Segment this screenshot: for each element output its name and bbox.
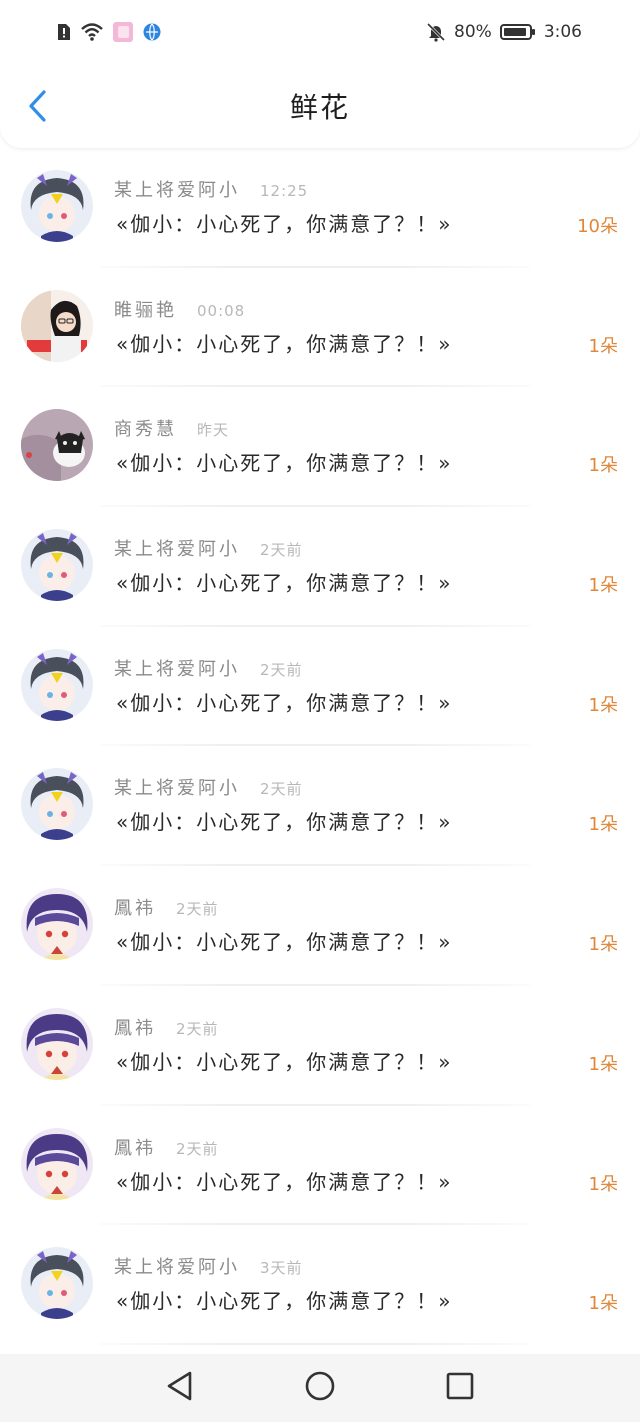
alert-icon	[56, 23, 72, 41]
anime-girl-avatar[interactable]	[21, 170, 93, 242]
flower-count: 1朵	[588, 694, 618, 716]
user-name[interactable]: 某上将爱阿小	[114, 655, 240, 681]
name-line: 某上将爱阿小 2天前	[114, 535, 303, 561]
user-name[interactable]: 鳳祎	[114, 1134, 156, 1160]
name-line: 睢骊艳 00:08	[114, 296, 245, 322]
time-text: 2天前	[176, 1139, 219, 1158]
name-line: 商秀慧 昨天	[114, 415, 229, 441]
anime-girl-avatar[interactable]	[21, 648, 93, 721]
list-item[interactable]: 鳳祎 2天前 «伽小：小心死了，你满意了？！» 1朵	[0, 866, 640, 986]
user-name[interactable]: 睢骊艳	[114, 296, 177, 322]
list-item[interactable]: 鳳祎 2天前 «伽小：小心死了，你满意了？！» 1朵	[0, 985, 640, 1106]
message-text: «伽小：小心死了，你满意了？！»	[116, 331, 453, 356]
nav-home-icon	[304, 1370, 336, 1406]
bell-muted-icon	[426, 22, 446, 42]
app-icon	[112, 21, 134, 43]
flower-count: 1朵	[588, 814, 618, 836]
message-text: «伽小：小心死了，你满意了？！»	[116, 212, 453, 236]
photo-avatar[interactable]	[21, 289, 93, 362]
anime-girl-avatar[interactable]	[21, 1247, 93, 1320]
name-line: 某上将爱阿小 12:25	[114, 176, 308, 202]
list-item[interactable]: 鳳祎 2天前 «伽小：小心死了，你满意了？！» 1朵	[0, 1105, 640, 1226]
status-right: 80% 3:06	[426, 22, 582, 42]
page-title: 鲜花	[289, 91, 350, 124]
battery-icon	[499, 23, 536, 41]
flower-count: 10朵	[577, 216, 618, 237]
anime-girl-avatar[interactable]	[21, 529, 93, 602]
list-item[interactable]: 某上将爱阿小 12:25 «伽小：小心死了，你满意了？！» 10朵	[0, 148, 640, 268]
chevron-left-icon	[26, 89, 48, 127]
flower-count: 1朵	[588, 1053, 618, 1075]
clock: 3:06	[543, 22, 582, 42]
name-line: 某上将爱阿小 2天前	[114, 774, 303, 800]
list-item[interactable]: 某上将爱阿小 2天前 «伽小：小心死了，你满意了？！» 1朵	[0, 507, 640, 627]
flower-count: 1朵	[588, 1293, 618, 1315]
time-text: 2天前	[176, 1019, 219, 1038]
message-text: «伽小：小心死了，你满意了？！»	[116, 810, 453, 835]
nav-recents-button[interactable]	[440, 1368, 480, 1408]
battery-percent: 80%	[454, 22, 492, 42]
user-name[interactable]: 某上将爱阿小	[114, 176, 240, 202]
flower-count: 1朵	[588, 1173, 618, 1195]
time-text: 2天前	[176, 900, 219, 919]
nav-home-button[interactable]	[300, 1368, 340, 1408]
list-item[interactable]: 某上将爱阿小 2天前 «伽小：小心死了，你满意了？！» 1朵	[0, 746, 640, 867]
user-name[interactable]: 某上将爱阿小	[114, 1253, 240, 1279]
anime-boy-avatar[interactable]	[21, 1007, 93, 1080]
time-text: 2天前	[260, 541, 303, 560]
flower-list: 某上将爱阿小 12:25 «伽小：小心死了，你满意了？！» 10朵 睢骊艳 00…	[0, 148, 640, 1345]
name-line: 某上将爱阿小 3天前	[114, 1253, 303, 1279]
status-bar: 80% 3:06	[0, 0, 640, 64]
navigation-bar	[0, 1354, 640, 1422]
list-item[interactable]: 睢骊艳 00:08 «伽小：小心死了，你满意了？！» 1朵	[0, 267, 640, 388]
status-left	[56, 21, 162, 43]
nav-back-icon	[165, 1370, 195, 1406]
name-line: 鳳祎 2天前	[114, 1134, 219, 1160]
user-name[interactable]: 鳳祎	[114, 1014, 156, 1040]
name-line: 鳳祎 2天前	[114, 1014, 219, 1040]
time-text: 昨天	[197, 421, 230, 440]
back-button[interactable]	[20, 88, 54, 128]
message-text: «伽小：小心死了，你满意了？！»	[116, 690, 453, 715]
anime-boy-avatar[interactable]	[21, 888, 93, 961]
message-text: «伽小：小心死了，你满意了？！»	[116, 1169, 453, 1194]
flower-count: 1朵	[588, 575, 618, 597]
nav-back-button[interactable]	[160, 1368, 200, 1408]
user-name[interactable]: 某上将爱阿小	[114, 535, 240, 561]
name-line: 鳳祎 2天前	[114, 894, 219, 920]
flower-count: 1朵	[588, 455, 618, 477]
user-name[interactable]: 某上将爱阿小	[114, 774, 240, 800]
cat-avatar[interactable]	[21, 409, 93, 482]
time-text: 2天前	[260, 780, 303, 799]
time-text: 2天前	[260, 660, 303, 679]
flower-count: 1朵	[588, 934, 618, 956]
flower-count: 1朵	[588, 335, 618, 357]
time-text: 12:25	[260, 182, 309, 200]
message-text: «伽小：小心死了，你满意了？！»	[116, 1289, 453, 1314]
time-text: 00:08	[197, 301, 246, 320]
message-text: «伽小：小心死了，你满意了？！»	[116, 451, 453, 476]
anime-boy-avatar[interactable]	[21, 1127, 93, 1200]
wifi-icon	[80, 22, 104, 42]
header: 鲜花	[0, 64, 640, 148]
list-item[interactable]: 某上将爱阿小 2天前 «伽小：小心死了，你满意了？！» 1朵	[0, 626, 640, 747]
anime-girl-avatar[interactable]	[21, 768, 93, 841]
nav-recents-icon	[445, 1371, 475, 1405]
name-line: 某上将爱阿小 2天前	[114, 655, 303, 681]
list-item[interactable]: 某上将爱阿小 3天前 «伽小：小心死了，你满意了？！» 1朵	[0, 1225, 640, 1345]
message-text: «伽小：小心死了，你满意了？！»	[116, 1049, 453, 1074]
user-name[interactable]: 鳳祎	[114, 894, 156, 920]
time-text: 3天前	[260, 1259, 303, 1278]
message-text: «伽小：小心死了，你满意了？！»	[116, 930, 453, 955]
browser-icon	[142, 22, 162, 42]
list-item[interactable]: 商秀慧 昨天 «伽小：小心死了，你满意了？！» 1朵	[0, 387, 640, 508]
message-text: «伽小：小心死了，你满意了？！»	[116, 571, 453, 596]
user-name[interactable]: 商秀慧	[114, 415, 177, 441]
